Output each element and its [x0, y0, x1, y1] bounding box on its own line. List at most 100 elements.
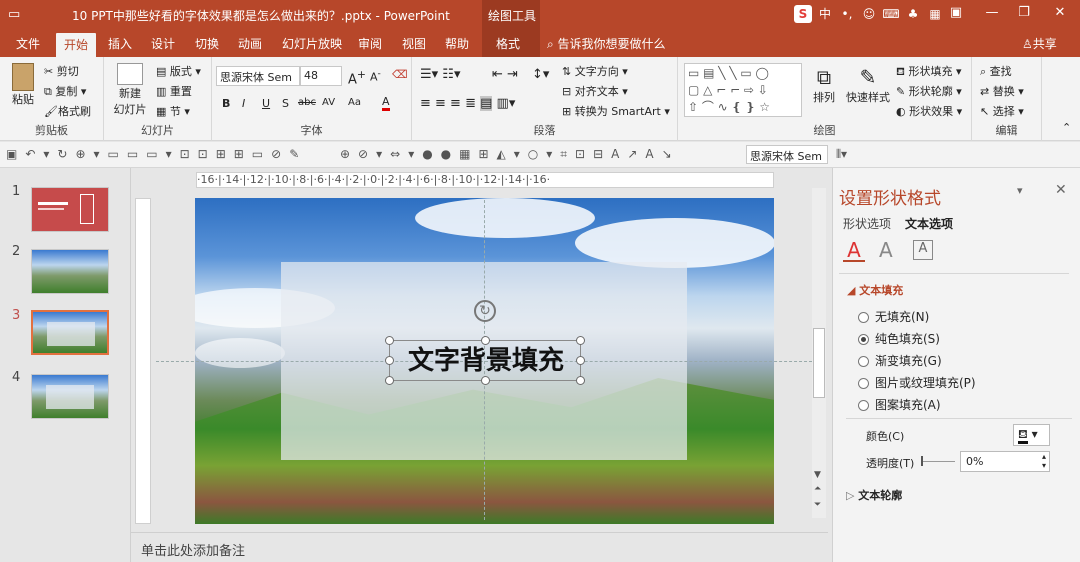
- shapes-gallery[interactable]: ▭ ▤ ╲ ╲ ▭ ◯ ▢ △ ⌐ ⌐ ⇨ ⇩ ⇧ ⌒ ∿ ❴ ❵ ☆: [684, 63, 802, 117]
- font-size-combo[interactable]: 48: [300, 66, 342, 86]
- tab-view[interactable]: 视图: [402, 35, 426, 52]
- pane-options-icon[interactable]: ▾: [1017, 184, 1023, 197]
- transparency-input[interactable]: 0% ▴ ▾: [960, 451, 1050, 472]
- tab-insert[interactable]: 插入: [108, 35, 132, 52]
- ime-menu-icon[interactable]: ▦: [926, 5, 944, 23]
- tab-transitions[interactable]: 切换: [195, 35, 219, 52]
- slide-thumb-3-selected[interactable]: [31, 310, 109, 355]
- format-painter-button[interactable]: 🖌格式刷: [44, 103, 91, 119]
- radio-picture-fill[interactable]: 图片或纹理填充(P): [858, 374, 976, 391]
- ribbon-display-icon[interactable]: ▣: [944, 5, 968, 25]
- slide-thumb-1[interactable]: [31, 187, 109, 232]
- tell-me-box[interactable]: ⌕ 告诉我你想要做什么: [547, 35, 666, 52]
- underline-button[interactable]: U: [262, 97, 270, 110]
- find-button[interactable]: ⌕ 查找: [980, 63, 1012, 79]
- resize-handle[interactable]: [481, 336, 490, 345]
- tab-format[interactable]: 格式: [496, 35, 520, 52]
- resize-handle[interactable]: [481, 376, 490, 385]
- ime-chinese-icon[interactable]: 中: [816, 5, 834, 23]
- strikethrough-button[interactable]: abc: [298, 97, 316, 108]
- save-icon[interactable]: ▭: [8, 7, 20, 22]
- radio-solid-fill[interactable]: 纯色填充(S): [858, 330, 940, 347]
- pane-close-icon[interactable]: ✕: [1055, 182, 1067, 198]
- italic-button[interactable]: I: [242, 97, 245, 110]
- qat-more-icon[interactable]: ⫴▾: [836, 147, 847, 162]
- resize-handle[interactable]: [576, 356, 585, 365]
- tab-file[interactable]: 文件: [16, 35, 40, 52]
- replace-button[interactable]: ⇄ 替换 ▾: [980, 83, 1024, 99]
- radio-button-checked[interactable]: [858, 334, 869, 345]
- font-color-button[interactable]: A: [382, 95, 390, 111]
- text-direction-button[interactable]: ⇅ 文字方向 ▾: [562, 63, 628, 79]
- share-button[interactable]: ♙共享: [1022, 35, 1057, 52]
- close-icon[interactable]: ✕: [1048, 5, 1072, 25]
- grow-font-icon[interactable]: A+: [348, 68, 366, 87]
- tab-review[interactable]: 审阅: [358, 35, 382, 52]
- select-button[interactable]: ↖ 选择 ▾: [980, 103, 1024, 119]
- ime-toolbar[interactable]: S 中 •, ☺ ⌨ ♣ ▦: [794, 5, 944, 23]
- bold-button[interactable]: B: [222, 97, 230, 110]
- tab-help[interactable]: 帮助: [445, 35, 469, 52]
- text-effects-icon[interactable]: A: [879, 238, 893, 262]
- reset-button[interactable]: ▥ 重置: [156, 83, 192, 99]
- slide-thumb-4[interactable]: [31, 374, 109, 419]
- text-fill-outline-icon[interactable]: A: [843, 238, 865, 262]
- tab-animations[interactable]: 动画: [238, 35, 262, 52]
- tab-text-options[interactable]: 文本选项: [905, 215, 953, 232]
- resize-handle[interactable]: [385, 336, 394, 345]
- slide-thumb-2[interactable]: [31, 249, 109, 294]
- notes-placeholder[interactable]: 单击此处添加备注: [141, 540, 245, 559]
- tab-design[interactable]: 设计: [151, 35, 175, 52]
- collapse-ribbon-icon[interactable]: ⌃: [1062, 121, 1071, 134]
- radio-button[interactable]: [858, 356, 869, 367]
- qat-icons-left[interactable]: ▣↶▾↻⊕▾▭▭▭▾⊡⊡⊞⊞▭⊘✎: [6, 147, 307, 161]
- text-box-selected[interactable]: 文字背景填充: [385, 336, 585, 385]
- layout-button[interactable]: ▤ 版式 ▾: [156, 63, 201, 79]
- transparency-slider[interactable]: [921, 456, 955, 466]
- resize-handle[interactable]: [385, 356, 394, 365]
- radio-button[interactable]: [858, 400, 869, 411]
- tab-slideshow[interactable]: 幻灯片放映: [282, 35, 342, 52]
- ime-emoji-icon[interactable]: ☺: [860, 5, 878, 23]
- scroll-thumb[interactable]: [813, 328, 825, 398]
- qat-font-combo[interactable]: 思源宋体 Sem: [746, 145, 828, 164]
- textbox-icon[interactable]: A: [913, 240, 933, 260]
- ime-skin-icon[interactable]: ♣: [904, 5, 922, 23]
- scroll-down-icon[interactable]: ▼: [814, 470, 821, 480]
- shadow-button[interactable]: S: [282, 97, 289, 110]
- shape-outline-button[interactable]: ✎ 形状轮廓 ▾: [896, 83, 962, 99]
- next-slide-icon[interactable]: ⏷: [814, 500, 821, 510]
- resize-handle[interactable]: [385, 376, 394, 385]
- tab-shape-options[interactable]: 形状选项: [843, 215, 891, 232]
- prev-slide-icon[interactable]: ⏶: [814, 484, 821, 494]
- quick-styles-button[interactable]: ✎ 快速样式: [844, 65, 892, 105]
- radio-no-fill[interactable]: 无填充(N): [858, 308, 929, 325]
- ime-punct-icon[interactable]: •,: [838, 5, 856, 23]
- restore-icon[interactable]: ❐: [1012, 5, 1036, 25]
- cut-button[interactable]: ✂ 剪切: [44, 63, 79, 79]
- radio-gradient-fill[interactable]: 渐变填充(G): [858, 352, 942, 369]
- radio-pattern-fill[interactable]: 图案填充(A): [858, 396, 941, 413]
- copy-button[interactable]: ⧉ 复制 ▾: [44, 83, 86, 99]
- vertical-scrollbar[interactable]: ▼ ⏶ ⏷: [812, 188, 826, 518]
- sogou-logo-icon[interactable]: S: [794, 5, 812, 23]
- notes-area[interactable]: 单击此处添加备注: [131, 532, 828, 562]
- tab-home[interactable]: 开始: [56, 33, 97, 58]
- minimize-icon[interactable]: —: [980, 5, 1004, 25]
- radio-button[interactable]: [858, 312, 869, 323]
- change-case-button[interactable]: Aa: [348, 97, 361, 108]
- resize-handle[interactable]: [576, 336, 585, 345]
- qat-icons-mid[interactable]: ⊕⊘▾⇔▾●●▦⊞◭▾○▾⌗⊡⊟A↗A↘: [340, 147, 680, 162]
- bullets-icon[interactable]: ☰▾ ☷▾: [420, 67, 461, 82]
- shape-fill-button[interactable]: ⛾ 形状填充 ▾: [896, 63, 962, 80]
- smartart-button[interactable]: ⊞ 转换为 SmartArt ▾: [562, 103, 670, 119]
- spinner-icon[interactable]: ▴ ▾: [1042, 452, 1046, 470]
- indent-icon[interactable]: ⇤ ⇥: [492, 67, 518, 82]
- align-text-button[interactable]: ⊟ 对齐文本 ▾: [562, 83, 628, 99]
- paste-button[interactable]: 粘贴: [6, 63, 40, 107]
- color-picker-button[interactable]: ⛾ ▾: [1013, 424, 1050, 446]
- char-spacing-button[interactable]: AV: [322, 97, 335, 108]
- section-text-fill[interactable]: ◢ 文本填充: [847, 282, 903, 298]
- resize-handle[interactable]: [576, 376, 585, 385]
- font-name-combo[interactable]: 思源宋体 Sem: [216, 66, 300, 86]
